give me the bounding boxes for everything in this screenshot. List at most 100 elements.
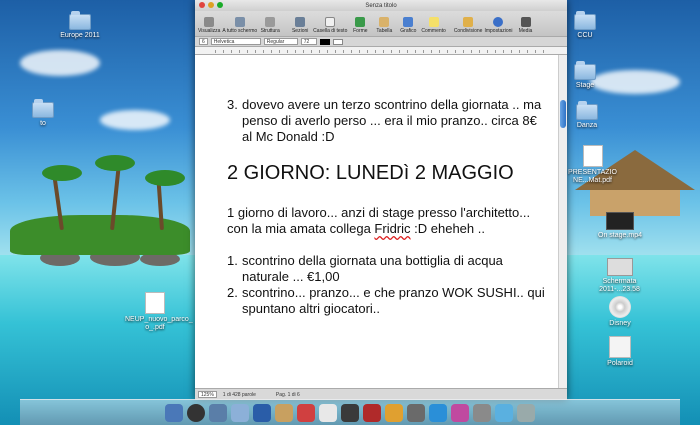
desktop-folder-stage[interactable]: Stage: [570, 61, 600, 90]
itunes-store-icon[interactable]: [451, 403, 469, 422]
desktop-app-polaroid[interactable]: Polaroid: [600, 336, 640, 368]
toolbar-inspector-button[interactable]: Impostazioni: [484, 17, 513, 34]
outline-icon: [265, 17, 276, 27]
pdf-file-icon: [145, 292, 165, 314]
toolbar-fullscreen-button[interactable]: A tutto schermo: [222, 17, 257, 34]
calendar-icon[interactable]: [297, 403, 315, 422]
media-icon: [520, 17, 531, 27]
photo-booth-icon[interactable]: [363, 403, 381, 422]
comment-icon: [428, 17, 439, 27]
page-indicator[interactable]: Pag. 1 di 6: [276, 392, 300, 398]
utility-icon[interactable]: [473, 403, 491, 422]
folder-icon: [32, 99, 54, 118]
info-icon: [493, 17, 504, 27]
dashboard-icon[interactable]: [187, 403, 205, 422]
desktop-folder-danza[interactable]: Danza: [572, 101, 602, 130]
trash-icon[interactable]: [517, 403, 535, 422]
system-preferences-icon[interactable]: [407, 403, 425, 422]
zoom-button[interactable]: [217, 2, 223, 8]
itunes-icon[interactable]: [341, 403, 359, 422]
mail-icon[interactable]: [209, 403, 227, 422]
fill-color-swatch[interactable]: [332, 38, 343, 45]
cloud: [20, 50, 100, 76]
toolbar-share-button[interactable]: Condivisione: [454, 17, 482, 34]
desktop-file-on-stage-mp4[interactable]: On stage.mp4: [595, 212, 645, 240]
downloads-stack-icon[interactable]: [495, 403, 513, 422]
toolbar-chart-button[interactable]: Grafico: [397, 17, 419, 34]
format-bar: 6 Helvetica Regular 72: [195, 37, 567, 47]
cloud: [100, 110, 170, 130]
movie-file-icon: [606, 212, 634, 230]
paragraph: 1 giorno di lavoro... anzi di stage pres…: [227, 205, 531, 236]
share-icon: [463, 17, 474, 27]
list-item: 1. scontrino della giornata una bottigli…: [227, 253, 503, 284]
folder-icon: [574, 61, 596, 80]
section-heading: 2 GIORNO: LUNEDì 2 MAGGIO: [227, 162, 514, 184]
desktop-folder-europe[interactable]: Europe 2011: [55, 11, 105, 40]
list-item: 3. dovevo avere un terzo scontrino della…: [227, 97, 542, 144]
toolbar-textbox-button[interactable]: Casella di testo: [313, 17, 347, 34]
chart-icon: [403, 17, 414, 27]
vertical-scrollbar[interactable]: [558, 55, 567, 388]
address-book-icon[interactable]: [275, 403, 293, 422]
desktop-file-schermata[interactable]: Schermata 2011-...23.58: [592, 258, 647, 294]
cloud: [590, 70, 680, 94]
polaroid-icon: [609, 336, 631, 358]
desktop-file-neup-pdf[interactable]: NEUP_nuovo_parco_ o_.pdf: [125, 292, 193, 332]
toolbar-shapes-button[interactable]: Forme: [349, 17, 371, 34]
desktop-icon-label: Schermata 2011-...23.58: [599, 278, 640, 293]
text-color-swatch[interactable]: [319, 38, 330, 45]
font-select[interactable]: Helvetica: [210, 38, 261, 45]
sections-icon: [295, 17, 306, 27]
preview-icon[interactable]: [319, 403, 337, 422]
desktop-file-presentazione-pdf[interactable]: PRESENTAZIO NE...Mat.pdf: [565, 145, 620, 185]
folder-icon: [576, 101, 598, 120]
window-controls: [199, 2, 223, 8]
close-button[interactable]: [199, 2, 205, 8]
safari-icon[interactable]: [231, 403, 249, 422]
table-icon: [379, 17, 390, 27]
misspelled-word[interactable]: Fridric: [374, 221, 410, 236]
screenshot-file-icon: [606, 258, 633, 276]
desktop-icon-label: NEUP_nuovo_parco_ o_.pdf: [125, 316, 193, 331]
font-style-select[interactable]: Regular: [263, 38, 298, 45]
toolbar-outline-button[interactable]: Struttura: [259, 17, 281, 34]
ruler[interactable]: [195, 47, 567, 55]
desktop-icon-label: Danza: [576, 122, 598, 129]
desktop-folder-to[interactable]: to: [28, 99, 58, 128]
toolbar-sections-button[interactable]: Sezioni: [289, 17, 311, 34]
island: [0, 140, 195, 280]
document-canvas[interactable]: 3. dovevo avere un terzo scontrino della…: [195, 55, 567, 388]
toolbar-table-button[interactable]: Tabella: [373, 17, 395, 34]
pages-window: Senza titolo Visualizza A tutto schermo …: [195, 0, 567, 400]
dock: [20, 399, 680, 425]
minimize-button[interactable]: [208, 2, 214, 8]
desktop-icon-label: CCU: [577, 32, 593, 39]
toolbar-view-button[interactable]: Visualizza: [198, 17, 220, 34]
toolbar-media-button[interactable]: Media: [515, 17, 537, 34]
style-field[interactable]: 6: [199, 38, 208, 45]
finder-icon[interactable]: [165, 403, 183, 422]
font-size-select[interactable]: 72: [300, 38, 317, 45]
desktop-icon-label: Disney: [609, 320, 631, 327]
desktop-folder-ccu[interactable]: CCU: [570, 11, 600, 40]
window-titlebar[interactable]: Senza titolo: [195, 0, 567, 11]
desktop-icon-label: Stage: [575, 82, 595, 89]
disc-icon: [609, 296, 631, 318]
skype-icon[interactable]: [429, 403, 447, 422]
desktop-icon-label: to: [40, 120, 46, 127]
fullscreen-icon: [234, 17, 245, 27]
scrollbar-thumb[interactable]: [560, 100, 566, 128]
app-store-icon[interactable]: [253, 403, 271, 422]
list-item-text: scontrino... pranzo... e che pranzo WOK …: [242, 285, 545, 316]
toolbar-comment-button[interactable]: Commento: [421, 17, 446, 34]
pages-icon[interactable]: [385, 403, 403, 422]
desktop-disk-disney[interactable]: Disney: [600, 296, 640, 328]
zoom-select[interactable]: 125%: [198, 391, 217, 398]
folder-icon: [574, 11, 596, 30]
view-icon: [204, 17, 215, 27]
word-count: 1 di 428 parole: [222, 391, 256, 398]
shapes-icon: [355, 17, 366, 27]
window-title: Senza titolo: [365, 2, 397, 9]
list-item: 2. scontrino... pranzo... e che pranzo W…: [227, 285, 545, 316]
